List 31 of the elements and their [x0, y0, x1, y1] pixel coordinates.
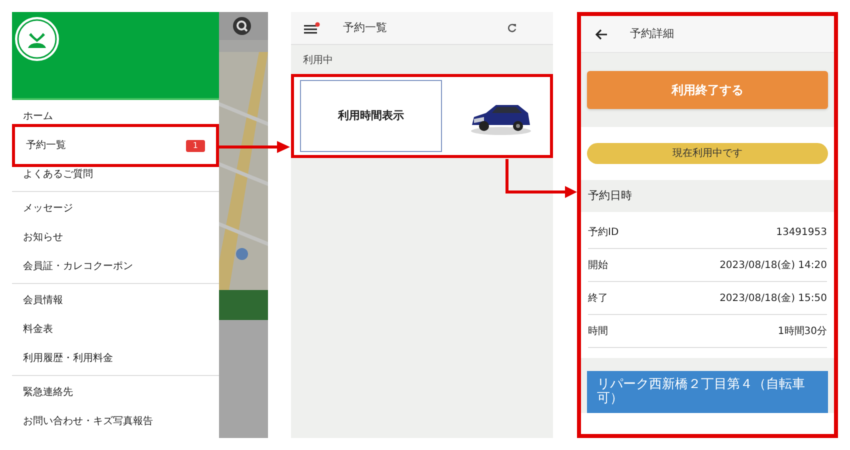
- reservation-card[interactable]: 利用時間表示: [291, 74, 553, 158]
- refresh-icon[interactable]: [507, 23, 517, 33]
- row-value: 13491953: [776, 226, 827, 240]
- row-label: 予約ID: [588, 226, 619, 240]
- row-value: 2023/08/18(金) 14:20: [720, 258, 827, 272]
- row-label: 時間: [588, 324, 608, 338]
- menu-item[interactable]: 会員情報: [12, 286, 219, 315]
- row-value: 2023/08/18(金) 15:50: [720, 292, 827, 306]
- menu-item[interactable]: 予約一覧 1: [12, 124, 219, 167]
- section-label: 利用中: [302, 54, 334, 68]
- menu-icon[interactable]: [304, 22, 320, 34]
- row-label: 終了: [588, 292, 608, 306]
- arrow: [219, 141, 290, 153]
- screen-title: 予約詳細: [630, 26, 674, 42]
- usage-time-label: 利用時間表示: [338, 108, 404, 124]
- menu-item[interactable]: 利用履歴・利用料金: [12, 344, 219, 373]
- menu-item[interactable]: メッセージ: [12, 194, 219, 223]
- row-label: 開始: [588, 258, 608, 272]
- menu-item[interactable]: 料金表: [12, 315, 219, 344]
- menu-item[interactable]: 会員証・カレコクーポン: [12, 252, 219, 281]
- menu-item[interactable]: 緊急連絡先: [12, 378, 219, 407]
- row-value: 1時間30分: [778, 324, 827, 338]
- search-icon[interactable]: [233, 17, 251, 35]
- back-arrow-icon[interactable]: [595, 28, 608, 40]
- count-badge: 1: [186, 140, 205, 152]
- status-pill: 現在利用中です: [587, 143, 828, 164]
- screen-title: 予約一覧: [343, 20, 388, 36]
- menu-item[interactable]: お問い合わせ・キズ写真報告: [12, 407, 219, 436]
- menu-item[interactable]: お知らせ: [12, 223, 219, 252]
- parking-name-banner: リパーク西新橋２丁目第４（自転車可）: [587, 371, 828, 413]
- section-header: 予約日時: [581, 180, 834, 212]
